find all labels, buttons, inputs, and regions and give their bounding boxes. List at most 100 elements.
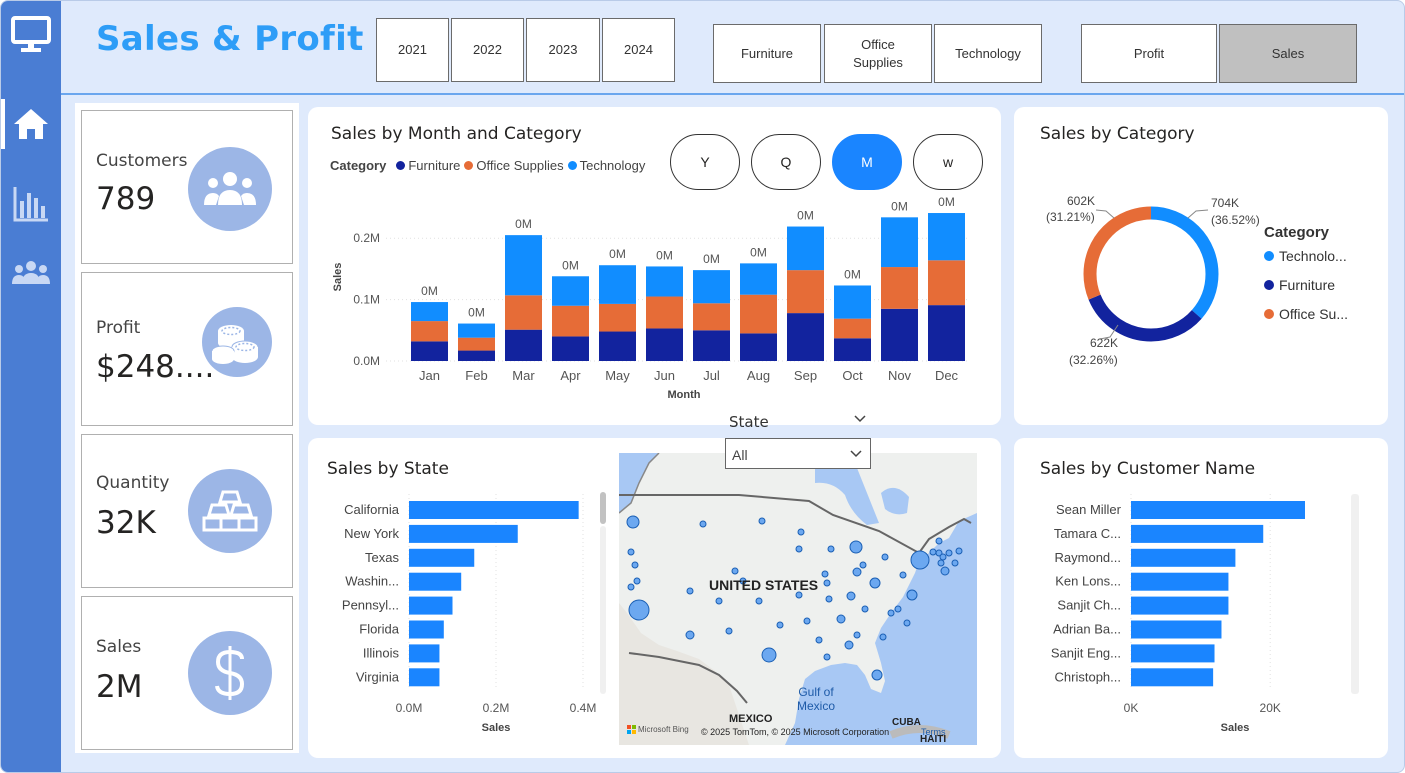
sidebar <box>1 1 61 772</box>
x-tick-label: 0.2M <box>483 701 510 715</box>
bar-chart-icon[interactable] <box>1 179 61 229</box>
bar-office-supplies <box>599 303 636 332</box>
bar-furniture <box>505 329 542 361</box>
bar <box>409 644 440 663</box>
bar-technology <box>411 302 448 322</box>
kpi-card-customers: Customers 789 <box>81 110 293 264</box>
x-axis-title: Sales <box>482 722 511 734</box>
kpi-label: Customers <box>96 151 188 171</box>
state-chart-card: Sales by State 0.0M 0.2M 0.4M California New… <box>308 438 1001 758</box>
y-tick-label: Raymond... <box>1055 550 1121 565</box>
y-tick-label: Illinois <box>363 645 400 660</box>
bar-technology <box>693 270 730 304</box>
x-tick-label: Oct <box>842 368 863 383</box>
bar-technology <box>552 276 589 306</box>
category-slicer-furniture[interactable]: Furniture <box>713 24 821 83</box>
map-terms-link[interactable]: Terms <box>921 727 946 737</box>
bar <box>1131 596 1229 615</box>
bar-technology <box>458 323 495 338</box>
page-title: Sales & Profit <box>96 19 364 59</box>
y-tick-label: Sean Miller <box>1056 502 1122 517</box>
kpi-card-sales: Sales 2M <box>81 596 293 750</box>
bar-office-supplies <box>411 321 448 342</box>
y-tick-label: 0.0M <box>353 354 380 368</box>
bar-office-supplies <box>834 318 871 339</box>
category-slicer-office-supplies[interactable]: Office Supplies <box>824 24 932 83</box>
data-label: 0M <box>468 306 485 320</box>
measure-slicer-profit[interactable]: Profit <box>1081 24 1217 83</box>
coins-icon <box>202 307 272 377</box>
x-tick-label: Nov <box>888 368 912 383</box>
bar-furniture <box>458 350 495 361</box>
bar-technology <box>787 226 824 271</box>
y-axis-title: Sales <box>332 263 344 292</box>
kpi-panel: Customers 789 Profit $248.... Quantity 3… <box>75 103 299 753</box>
bar <box>409 572 462 591</box>
bar-office-supplies <box>740 294 777 334</box>
bar-office-supplies <box>646 296 683 329</box>
legend-item-technology: Technolo... <box>1264 248 1347 264</box>
y-tick-label: Sanjit Eng... <box>1051 645 1121 660</box>
monthly-chart: 0.0M 0.1M 0.2M 0M Jan 0M Feb 0M Mar 0M Apr 0M May 0M J… <box>332 195 968 401</box>
home-icon[interactable] <box>1 99 61 149</box>
bar-furniture <box>928 305 965 361</box>
bar-furniture <box>834 338 871 361</box>
data-label-percent: (36.52%) <box>1211 213 1260 227</box>
users-icon[interactable] <box>1 251 61 295</box>
year-slicer-2022[interactable]: 2022 <box>451 18 524 82</box>
bar <box>409 501 579 519</box>
legend-label: Office Su... <box>1279 306 1348 322</box>
chevron-down-icon[interactable] <box>852 411 868 427</box>
data-label-value: 622K <box>1090 336 1118 350</box>
bar-office-supplies <box>505 295 542 330</box>
kpi-label: Sales <box>96 637 142 657</box>
legend-label: Furniture <box>1279 277 1336 293</box>
scrollbar-track[interactable] <box>1351 494 1359 694</box>
data-label-percent: (32.26%) <box>1069 353 1118 367</box>
legend-label: Technolo... <box>1279 248 1347 264</box>
data-label: 0M <box>891 199 908 213</box>
year-slicer-2023[interactable]: 2023 <box>526 18 600 82</box>
bar <box>409 596 453 615</box>
state-dropdown[interactable]: All <box>725 438 871 469</box>
bar <box>409 524 518 543</box>
kpi-label: Quantity <box>96 473 170 493</box>
category-donut-chart: 704K (36.52%) 602K (31.21%) 622K (32.26%) <box>1046 194 1260 367</box>
leader-line <box>1187 209 1209 219</box>
bar-furniture <box>646 328 683 361</box>
kpi-value: 2M <box>96 669 143 705</box>
state-dropdown-value: All <box>732 447 748 463</box>
y-tick-label: Ken Lons... <box>1055 574 1121 589</box>
scrollbar-thumb[interactable] <box>600 492 606 524</box>
bar-office-supplies <box>881 267 918 309</box>
data-label: 0M <box>703 252 720 266</box>
scrollbar-track[interactable] <box>600 526 606 694</box>
bar-furniture <box>599 331 636 361</box>
y-tick-label: 0.2M <box>353 231 380 245</box>
year-slicer-2021[interactable]: 2021 <box>376 18 449 82</box>
measure-slicer-sales[interactable]: Sales <box>1219 24 1357 83</box>
x-tick-label: Dec <box>935 368 959 383</box>
x-tick-label: 0.0M <box>396 701 423 715</box>
bar-technology <box>740 263 777 295</box>
bar-technology <box>646 266 683 297</box>
bar <box>1131 620 1222 639</box>
group-icon <box>188 147 272 231</box>
legend-dot <box>1264 280 1274 290</box>
bar-furniture <box>881 308 918 361</box>
x-tick-label: Feb <box>465 368 487 383</box>
data-label: 0M <box>421 284 438 298</box>
bar <box>1131 644 1215 663</box>
year-slicer-2024[interactable]: 2024 <box>602 18 675 82</box>
bar-office-supplies <box>693 303 730 331</box>
bar-furniture <box>787 313 824 361</box>
category-slicer-technology[interactable]: Technology <box>934 24 1042 83</box>
bar-technology <box>834 285 871 319</box>
state-map[interactable]: UNITED STATES Gulf of Mexico MEXICO CUBA… <box>619 453 977 745</box>
legend-title: Category <box>1264 224 1330 241</box>
data-label: 0M <box>844 267 861 281</box>
x-tick-label: 0.4M <box>570 701 597 715</box>
kpi-card-quantity: Quantity 32K <box>81 434 293 588</box>
monitor-icon[interactable] <box>1 9 61 61</box>
data-label: 0M <box>609 247 626 261</box>
